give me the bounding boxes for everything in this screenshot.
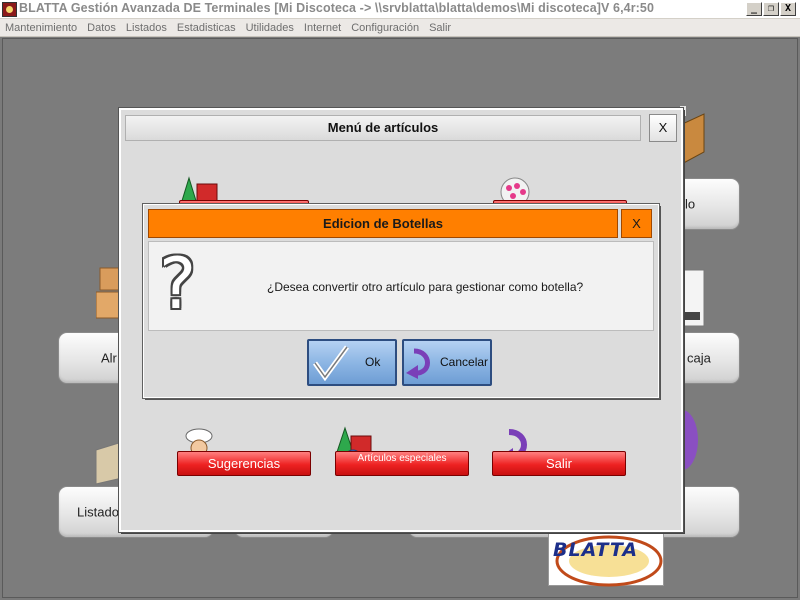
app-icon[interactable]	[2, 2, 17, 17]
articulos-especiales-button[interactable]: Artículos especiales	[335, 451, 469, 476]
question-icon: ?	[159, 243, 197, 325]
menu-salir[interactable]: Salir	[424, 19, 456, 36]
articulos-dialog-close-button[interactable]: X	[649, 114, 677, 142]
cancel-arrow-icon	[406, 348, 430, 379]
ok-label: Ok	[365, 355, 381, 369]
bg-button-label: Alr	[101, 350, 117, 366]
menu-mantenimiento[interactable]: Mantenimiento	[0, 19, 82, 36]
logo-text: BLATTA	[553, 539, 639, 561]
title-bar: BLATTA Gestión Avanzada DE Terminales [M…	[0, 0, 800, 19]
menu-estadisticas[interactable]: Estadisticas	[172, 19, 241, 36]
blatta-logo: BLATTA	[548, 530, 664, 587]
botellas-message-panel: ? ¿Desea convertir otro artículo para ge…	[148, 241, 654, 331]
botellas-message: ¿Desea convertir otro artículo para gest…	[267, 280, 584, 294]
cancelar-button[interactable]: Cancelar	[402, 339, 492, 386]
check-icon	[312, 345, 350, 381]
menu-datos[interactable]: Datos	[82, 19, 121, 36]
menu-configuracion[interactable]: Configuración	[346, 19, 424, 36]
cancelar-label: Cancelar	[440, 355, 489, 369]
bg-button-label: Listado	[77, 504, 119, 520]
salir-button[interactable]: Salir	[492, 451, 626, 476]
close-window-button[interactable]: X	[780, 2, 796, 16]
bg-button-label: lo	[685, 196, 696, 212]
menu-utilidades[interactable]: Utilidades	[241, 19, 299, 36]
minimize-button[interactable]: _	[746, 2, 762, 16]
restore-button[interactable]: ❐	[763, 2, 779, 16]
articulos-especiales-label: Artículos especiales	[357, 453, 447, 464]
botellas-dialog-title: Edicion de Botellas	[148, 209, 618, 238]
botellas-dialog-close-button[interactable]: X	[621, 209, 652, 238]
window-title: BLATTA Gestión Avanzada DE Terminales [M…	[19, 1, 655, 15]
botellas-dialog: Edicion de Botellas X ? ¿Desea convertir…	[142, 203, 660, 399]
articulos-dialog-title: Menú de artículos	[125, 115, 641, 141]
menu-internet[interactable]: Internet	[299, 19, 346, 36]
printer-icon	[680, 269, 705, 327]
menu-listados[interactable]: Listados	[121, 19, 172, 36]
sugerencias-button[interactable]: Sugerencias	[177, 451, 311, 476]
bg-button-label: caja	[687, 350, 711, 366]
menu-bar: Mantenimiento Datos Listados Estadistica…	[0, 19, 800, 37]
ok-button[interactable]: Ok	[307, 339, 397, 386]
